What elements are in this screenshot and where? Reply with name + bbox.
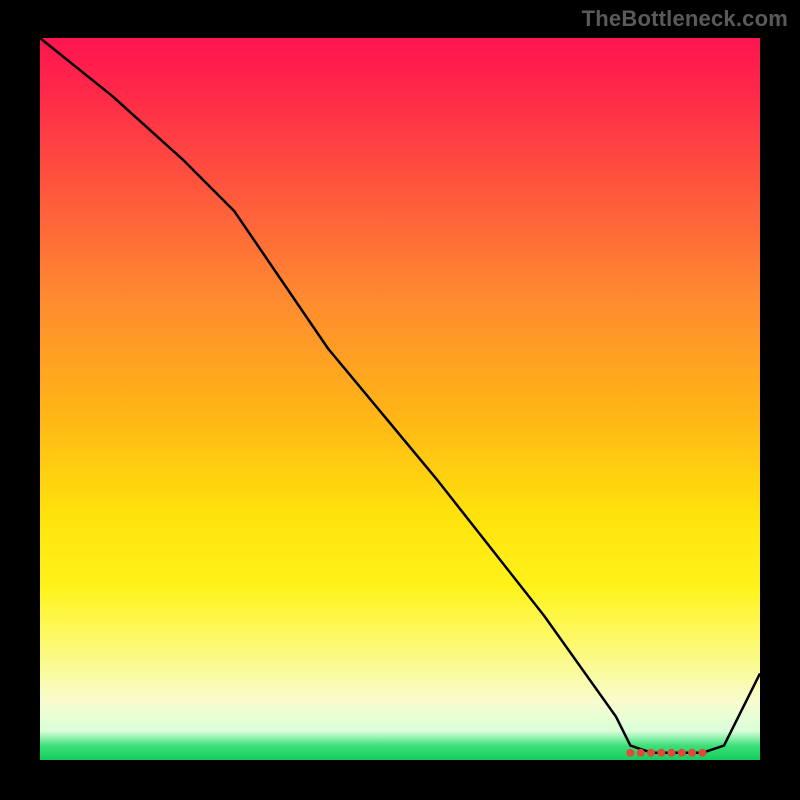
chart-svg: [0, 0, 800, 800]
chart-marker: [668, 749, 676, 757]
chart-marker: [698, 749, 706, 757]
chart-marker: [647, 749, 655, 757]
chart-frame: TheBottleneck.com: [0, 0, 800, 800]
chart-marker: [626, 749, 634, 757]
chart-marker: [688, 749, 696, 757]
chart-marker: [678, 749, 686, 757]
chart-marker: [637, 749, 645, 757]
chart-line: [40, 38, 760, 753]
chart-marker: [657, 749, 665, 757]
